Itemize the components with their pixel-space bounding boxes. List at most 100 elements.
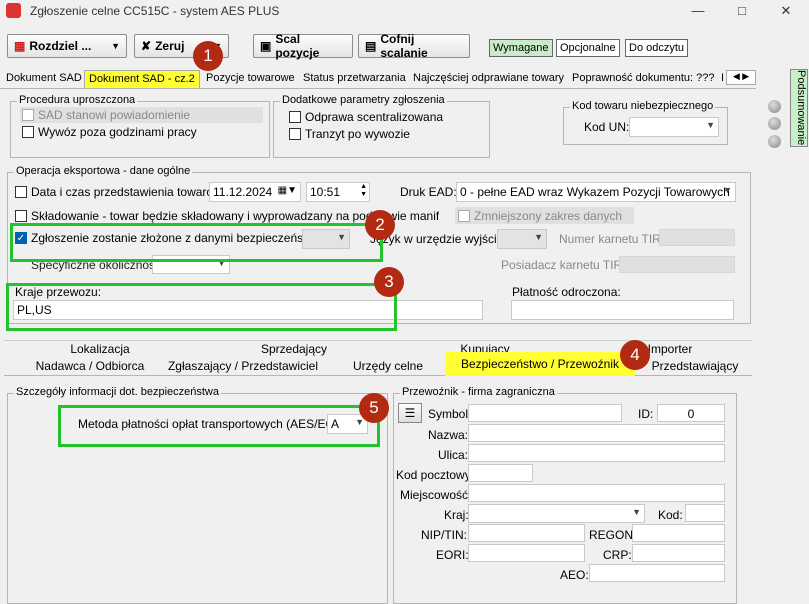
menu-icon[interactable]: ☰ [398,403,422,423]
rozdziel-button[interactable]: ▦ Rozdziel ... ▼ [7,34,127,58]
status-dot-icon[interactable] [768,135,781,148]
scal-pozycje-button[interactable]: ▣ Scal pozycje [253,32,353,60]
operacja-title: Operacja eksportowa - dane ogólne [14,165,193,177]
odprawa-label: Odprawa scentralizowana [305,110,444,124]
regon-input[interactable] [632,524,725,542]
sad-label: SAD stanowi powiadomienie [38,108,191,122]
subtab-urzedy[interactable]: Urzędy celne [330,359,446,375]
time-input[interactable]: 10:51 ▲ ▼ [306,182,370,202]
kod-un-select[interactable]: ▼ [629,117,719,137]
ulica-input[interactable] [468,444,725,462]
data-checkbox[interactable] [15,186,27,198]
sad-checkbox[interactable] [22,109,34,121]
chevron-down-icon: ▼ [534,232,543,242]
kraj-select[interactable]: ▼ [468,504,645,523]
platnosc-input[interactable] [511,300,734,320]
window-title: Zgłoszenie celne CC515C - system AES PLU… [30,4,280,18]
kod-un-label: Kod UN: [584,120,630,134]
tab-scroll-arrows[interactable]: ◀ ▶ [726,70,756,85]
undo-icon: ▤ [365,39,377,53]
dodatkowe-title: Dodatkowe parametry zgłoszenia [280,94,447,106]
kod2-label: Kod: [658,508,683,522]
kod2-input[interactable] [685,504,725,522]
cofnij-scalanie-button[interactable]: ▤ Cofnij scalanie [358,32,470,60]
eraser-icon: ✘ [141,39,152,53]
data-label: Data i czas przedstawienia towarów: [31,185,226,199]
miejscowosc-input[interactable] [468,484,725,502]
kraj-label: Kraj: [444,508,469,522]
przewoznik-title: Przewoźnik - firma zagraniczna [400,386,557,398]
date-input[interactable]: 11.12.2024 ▦▼ [209,182,301,202]
wywoz-checkbox[interactable] [22,126,34,138]
tab-poprawnosc[interactable]: Poprawność dokumentu: ??? [568,70,718,88]
nip-label: NIP/TIN: [421,528,468,542]
highlight-box-metoda [58,405,380,447]
nip-input[interactable] [468,524,585,542]
karnet-input[interactable] [659,229,735,246]
regon-label: REGON [589,528,634,542]
szczegoly-title: Szczegóły informacji dot. bezpieczeństwa [14,386,221,398]
druk-label: Druk EAD: [400,185,457,199]
aeo-input[interactable] [589,564,725,582]
spinner-icon[interactable]: ▲ ▼ [360,183,367,199]
app-icon [6,3,21,18]
tab-pozycje-towarowe[interactable]: Pozycje towarowe [202,70,299,88]
tab-dokument-sad-cz2[interactable]: Dokument SAD - cz.2 [84,70,200,88]
tab-najczesciej[interactable]: Najczęściej odprawiane towary [409,70,568,88]
status-dot-icon[interactable] [768,117,781,130]
symbol-input[interactable] [468,404,622,422]
annotation-badge-4: 4 [620,340,650,370]
druk-select[interactable]: 0 - pełne EAD wraz Wykazem Pozycji Towar… [456,182,736,202]
subtab-bezpieczenstwo[interactable]: Bezpieczeństwo / Przewoźnik [445,352,635,376]
close-button[interactable]: ✕ [776,2,796,20]
chevron-down-icon: ▼ [723,185,732,195]
tab-status-przetwarzania[interactable]: Status przetwarzania [299,70,410,88]
miejscowosc-label: Miejscowość: [400,488,472,502]
crp-input[interactable] [632,544,725,562]
toggle-do-odczytu[interactable]: Do odczytu [625,39,689,57]
tab-divider [0,88,756,89]
merge-icon: ▣ [260,39,272,53]
tranzyt-checkbox[interactable] [289,128,301,140]
annotation-badge-2: 2 [365,210,395,240]
toggle-opcjonalne[interactable]: Opcjonalne [556,39,620,57]
nazwa-label: Nazwa: [428,428,469,442]
calendar-icon[interactable]: ▦▼ [278,185,297,196]
posiadacz-input[interactable] [619,256,735,273]
grid-icon: ▦ [14,39,26,53]
subtab-lokalizacja[interactable]: Lokalizacja [20,342,180,358]
eori-label: EORI: [436,548,469,562]
annotation-badge-1: 1 [193,41,223,71]
podsumowanie-tab[interactable]: Podsumowanie [790,69,808,147]
subtab-sprzedajacy[interactable]: Sprzedający [214,342,374,358]
maximize-button[interactable]: □ [732,2,752,20]
subtab-zglaszajacy[interactable]: Zgłaszający / Przedstawiciel [163,359,323,375]
procedura-title: Procedura uproszczona [17,94,138,106]
kod-input[interactable] [468,464,533,482]
wywoz-label: Wywóz poza godzinami pracy [38,125,197,139]
zmniejszony-label: Zmniejszony zakres danych [474,209,623,223]
highlight-box-bezpieczenstwo [10,223,383,262]
posiadacz-label: Posiadacz karnetu TIR: [501,258,626,272]
karnet-label: Numer karnetu TIR: [559,232,665,246]
subtab-nadawca[interactable]: Nadawca / Odbiorca [10,359,170,375]
id-input[interactable]: 0 [657,404,725,422]
status-dot-icon[interactable] [768,100,781,113]
odprawa-checkbox[interactable] [289,111,301,123]
minimize-button[interactable]: — [688,2,708,20]
chevron-down-icon: ▼ [632,507,641,517]
subtab-przedstawiajacy[interactable]: Przedstawiający [640,359,750,375]
niebezp-title: Kod towaru niebezpiecznego [570,100,716,112]
tab-dokument-sad[interactable]: Dokument SAD [2,70,86,88]
kod-label: Kod pocztowy: [396,468,475,482]
zmniejszony-checkbox[interactable] [458,210,470,222]
toggle-wymagane[interactable]: Wymagane [489,39,553,57]
aeo-label: AEO: [560,568,589,582]
skladowanie-checkbox[interactable] [15,210,27,222]
id-label: ID: [638,407,654,421]
jezyk-select[interactable]: ▼ [497,229,547,249]
eori-input[interactable] [468,544,585,562]
annotation-badge-3: 3 [374,267,404,297]
nazwa-input[interactable] [468,424,725,442]
chevron-down-icon: ▼ [111,41,120,51]
